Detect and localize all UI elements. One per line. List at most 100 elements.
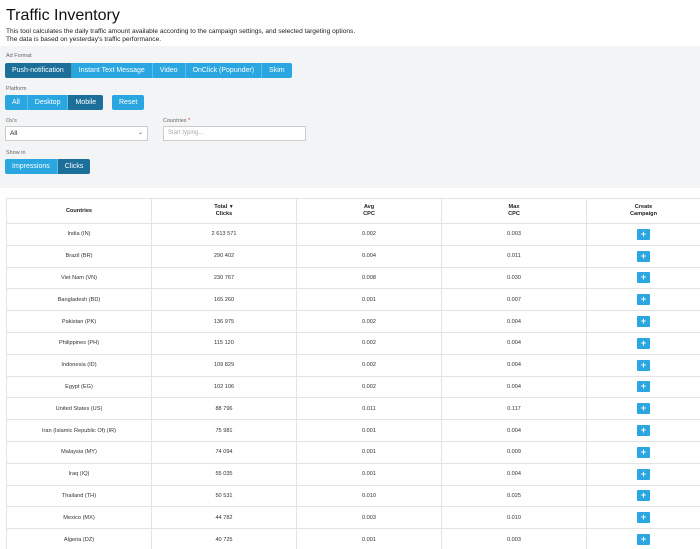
os-label: Os's — [6, 118, 17, 124]
max-cpc-cell: 0.004 — [441, 462, 587, 486]
countries-label: Countries * — [163, 118, 191, 124]
create-campaign-cell: + — [586, 310, 700, 333]
create-campaign-cell: + — [586, 223, 700, 246]
add-campaign-button[interactable]: + — [637, 381, 650, 393]
add-campaign-button[interactable]: + — [637, 534, 650, 546]
create-campaign-cell: + — [586, 484, 700, 508]
total-clicks-cell: 136 975 — [151, 310, 297, 333]
create-campaign-cell: + — [586, 462, 700, 486]
show-in-group: Impressions Clicks — [5, 159, 91, 174]
countries-placeholder: Start typing... — [168, 130, 204, 136]
page-header: Traffic Inventory This tool calculates t… — [0, 0, 700, 46]
table-row: Iran (Islamic Republic Of) (IR) 75 981 0.0… — [6, 419, 700, 442]
avg-cpc-cell: 0.001 — [296, 462, 442, 486]
platform-group: All Desktop Mobile — [5, 95, 104, 110]
ad-format-skim[interactable]: Skim — [262, 63, 292, 78]
table-body: India (IN) 2 613 571 0.002 0.003 + Brazil (BR… — [6, 223, 700, 549]
create-campaign-cell: + — [586, 440, 700, 464]
create-campaign-cell: + — [586, 506, 700, 530]
avg-cpc-cell: 0.001 — [296, 528, 442, 549]
reset-button[interactable]: Reset — [112, 95, 145, 110]
show-in-impressions[interactable]: Impressions — [5, 159, 58, 174]
platform-mobile[interactable]: Mobile — [68, 95, 104, 110]
ad-format-instant-text-message[interactable]: Instant Text Message — [71, 63, 153, 78]
avg-cpc-cell: 0.002 — [296, 310, 442, 333]
max-cpc-cell: 0.003 — [441, 528, 587, 549]
country-cell: Mexico (MX) — [6, 506, 152, 530]
description-line-1: This tool calculates the daily traffic a… — [6, 28, 356, 35]
col-max-cpc[interactable]: Max CPC — [441, 198, 587, 224]
os-select[interactable]: All ⌄ — [5, 126, 148, 141]
countries-input[interactable]: Start typing... — [163, 126, 306, 141]
total-clicks-cell: 40 725 — [151, 528, 297, 549]
table-row: Pakistan (PK) 136 975 0.002 0.004 + — [6, 310, 700, 333]
max-cpc-cell: 0.009 — [441, 440, 587, 464]
platform-desktop[interactable]: Desktop — [27, 95, 69, 110]
ad-format-video[interactable]: Video — [152, 63, 186, 78]
add-campaign-button[interactable]: + — [637, 512, 650, 524]
max-cpc-cell: 0.004 — [441, 419, 587, 442]
total-clicks-cell: 230 767 — [151, 266, 297, 290]
col-total-clicks[interactable]: Total ▼ Clicks — [151, 198, 297, 224]
avg-cpc-cell: 0.001 — [296, 419, 442, 442]
table-row: United States (US) 88 796 0.011 0.117 + — [6, 397, 700, 421]
table-row: Thailand (TH) 50 531 0.010 0.025 + — [6, 484, 700, 508]
create-campaign-cell: + — [586, 397, 700, 421]
add-campaign-button[interactable]: + — [637, 272, 650, 284]
create-campaign-cell: + — [586, 353, 700, 377]
table-row: Algeria (DZ) 40 725 0.001 0.003 + — [6, 528, 700, 549]
os-select-value: All — [10, 130, 18, 137]
add-campaign-button[interactable]: + — [637, 337, 650, 349]
table-row: Brazil (BR) 290 402 0.004 0.011 + — [6, 244, 700, 268]
ad-format-push-notification[interactable]: Push-notification — [5, 63, 72, 78]
add-campaign-button[interactable]: + — [637, 468, 650, 480]
table-row: Philippines (PH) 115 120 0.002 0.004 + — [6, 331, 700, 355]
add-campaign-button[interactable]: + — [637, 446, 650, 458]
country-cell: India (IN) — [6, 223, 152, 246]
country-cell: United States (US) — [6, 397, 152, 421]
create-campaign-cell: + — [586, 244, 700, 268]
col-avg-cpc[interactable]: Avg CPC — [296, 198, 442, 224]
add-campaign-button[interactable]: + — [637, 403, 650, 415]
add-campaign-button[interactable]: + — [637, 490, 650, 502]
table-header-row: Countries Total ▼ Clicks Avg CPC Max CPC… — [6, 198, 700, 224]
avg-cpc-cell: 0.001 — [296, 288, 442, 312]
add-campaign-button[interactable]: + — [637, 425, 650, 437]
add-campaign-button[interactable]: + — [637, 228, 650, 240]
add-campaign-button[interactable]: + — [637, 316, 650, 328]
max-cpc-cell: 0.030 — [441, 266, 587, 290]
country-cell: Pakistan (PK) — [6, 310, 152, 333]
table-row: India (IN) 2 613 571 0.002 0.003 + — [6, 223, 700, 246]
max-cpc-cell: 0.004 — [441, 375, 587, 399]
avg-cpc-cell: 0.002 — [296, 223, 442, 246]
avg-cpc-cell: 0.002 — [296, 353, 442, 377]
create-campaign-cell: + — [586, 528, 700, 549]
col-create-campaign: Create Campaign — [586, 198, 700, 224]
table-row: Iraq (IQ) 55 035 0.001 0.004 + — [6, 462, 700, 486]
page-description: This tool calculates the daily traffic a… — [6, 28, 694, 44]
max-cpc-cell: 0.004 — [441, 310, 587, 333]
ad-format-group: Push-notification Instant Text Message V… — [5, 63, 292, 78]
add-campaign-button[interactable]: + — [637, 294, 650, 306]
show-in-label: Show in — [6, 150, 26, 156]
total-clicks-cell: 290 402 — [151, 244, 297, 268]
add-campaign-button[interactable]: + — [637, 250, 650, 262]
add-campaign-button[interactable]: + — [637, 359, 650, 371]
total-clicks-cell: 102 106 — [151, 375, 297, 399]
show-in-clicks[interactable]: Clicks — [57, 159, 91, 174]
filters-panel: Ad Format Push-notification Instant Text… — [0, 46, 700, 188]
avg-cpc-cell: 0.002 — [296, 375, 442, 399]
table-row: Indonesia (ID) 109 829 0.002 0.004 + — [6, 353, 700, 377]
country-cell: Philippines (PH) — [6, 331, 152, 355]
create-campaign-cell: + — [586, 288, 700, 312]
max-cpc-cell: 0.011 — [441, 244, 587, 268]
ad-format-onclick-popunder[interactable]: OnClick (Popunder) — [185, 63, 263, 78]
col-countries[interactable]: Countries — [6, 198, 152, 224]
country-cell: Egypt (EG) — [6, 375, 152, 399]
country-cell: Iraq (IQ) — [6, 462, 152, 486]
table-row: Egypt (EG) 102 106 0.002 0.004 + — [6, 375, 700, 399]
total-clicks-cell: 55 035 — [151, 462, 297, 486]
platform-all[interactable]: All — [5, 95, 28, 110]
max-cpc-cell: 0.010 — [441, 506, 587, 530]
traffic-table: Countries Total ▼ Clicks Avg CPC Max CPC… — [6, 198, 700, 549]
